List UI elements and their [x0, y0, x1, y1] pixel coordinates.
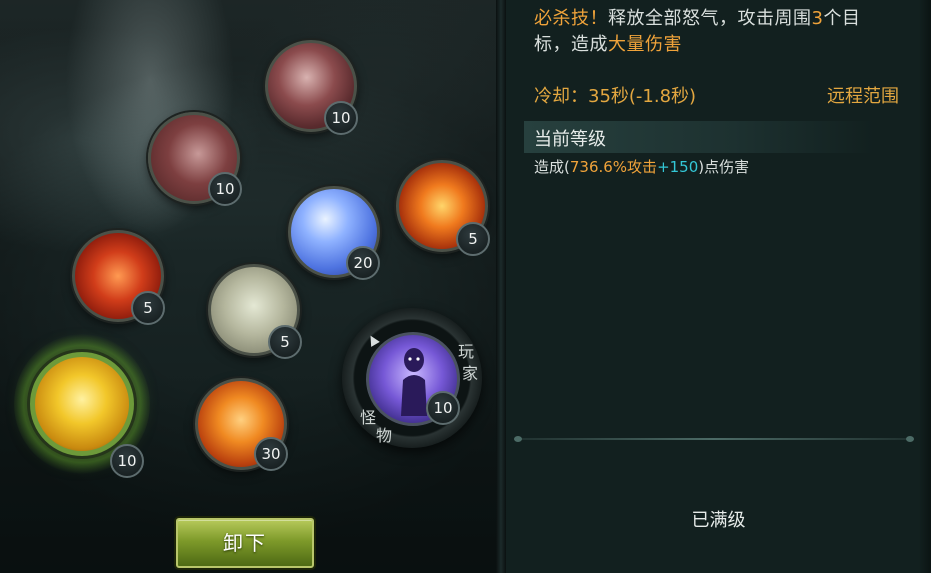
skill-level-badge: 30 — [254, 437, 288, 471]
level-effect-text: 造成(736.6%攻击+150)点伤害 — [534, 156, 749, 177]
skill-description-line-2: 标，造成大量伤害 — [534, 30, 682, 56]
desc-text: 个目 — [823, 8, 861, 29]
desc-text: 释放全部怒气，攻击周围 — [608, 8, 812, 29]
max-level-status: 已满级 — [691, 510, 746, 531]
skill-level-badge: 5 — [131, 291, 165, 325]
skill-level-badge: 5 — [456, 222, 490, 256]
skill-level-badge: 5 — [268, 325, 302, 359]
unequip-button[interactable]: 卸下 — [176, 518, 314, 568]
equipped-skill-orb[interactable] — [30, 352, 134, 456]
skill-level-badge: 10 — [324, 101, 358, 135]
current-level-title: 当前等级 — [534, 129, 606, 150]
monster-label-char[interactable]: 物 — [376, 422, 392, 446]
target-count: 3 — [811, 8, 824, 29]
cooldown-text: 冷却：35秒(-1.8秒) — [534, 86, 697, 107]
skill-detail-panel: 必杀技！释放全部怒气，攻击周围3个目 标，造成大量伤害 冷却：35秒(-1.8秒… — [506, 0, 931, 573]
current-level-header: 当前等级 — [524, 121, 874, 153]
player-label-char[interactable]: 玩 — [458, 338, 474, 362]
panel-divider — [496, 0, 506, 573]
damage-highlight: 大量伤害 — [608, 34, 682, 55]
effect-text: 造成( — [534, 158, 570, 176]
desc-text: 标，造成 — [534, 34, 608, 55]
player-label-char[interactable]: 家 — [462, 360, 478, 384]
skill-level-badge: 10 — [110, 444, 144, 478]
ornamental-divider — [514, 436, 914, 442]
skill-level-badge: 10 — [426, 391, 460, 425]
skill-level-badge: 10 — [208, 172, 242, 206]
skill-level-badge: 20 — [346, 246, 380, 280]
effect-bonus: +150 — [657, 158, 699, 176]
monster-label-char[interactable]: 怪 — [360, 404, 376, 428]
skill-description-line-1: 必杀技！释放全部怒气，攻击周围3个目 — [534, 4, 860, 30]
effect-text: )点伤害 — [698, 158, 750, 176]
range-type: 远程范围 — [827, 86, 899, 107]
effect-value: 736.6%攻击 — [569, 158, 658, 176]
ultimate-tag: 必杀技！ — [534, 8, 608, 29]
